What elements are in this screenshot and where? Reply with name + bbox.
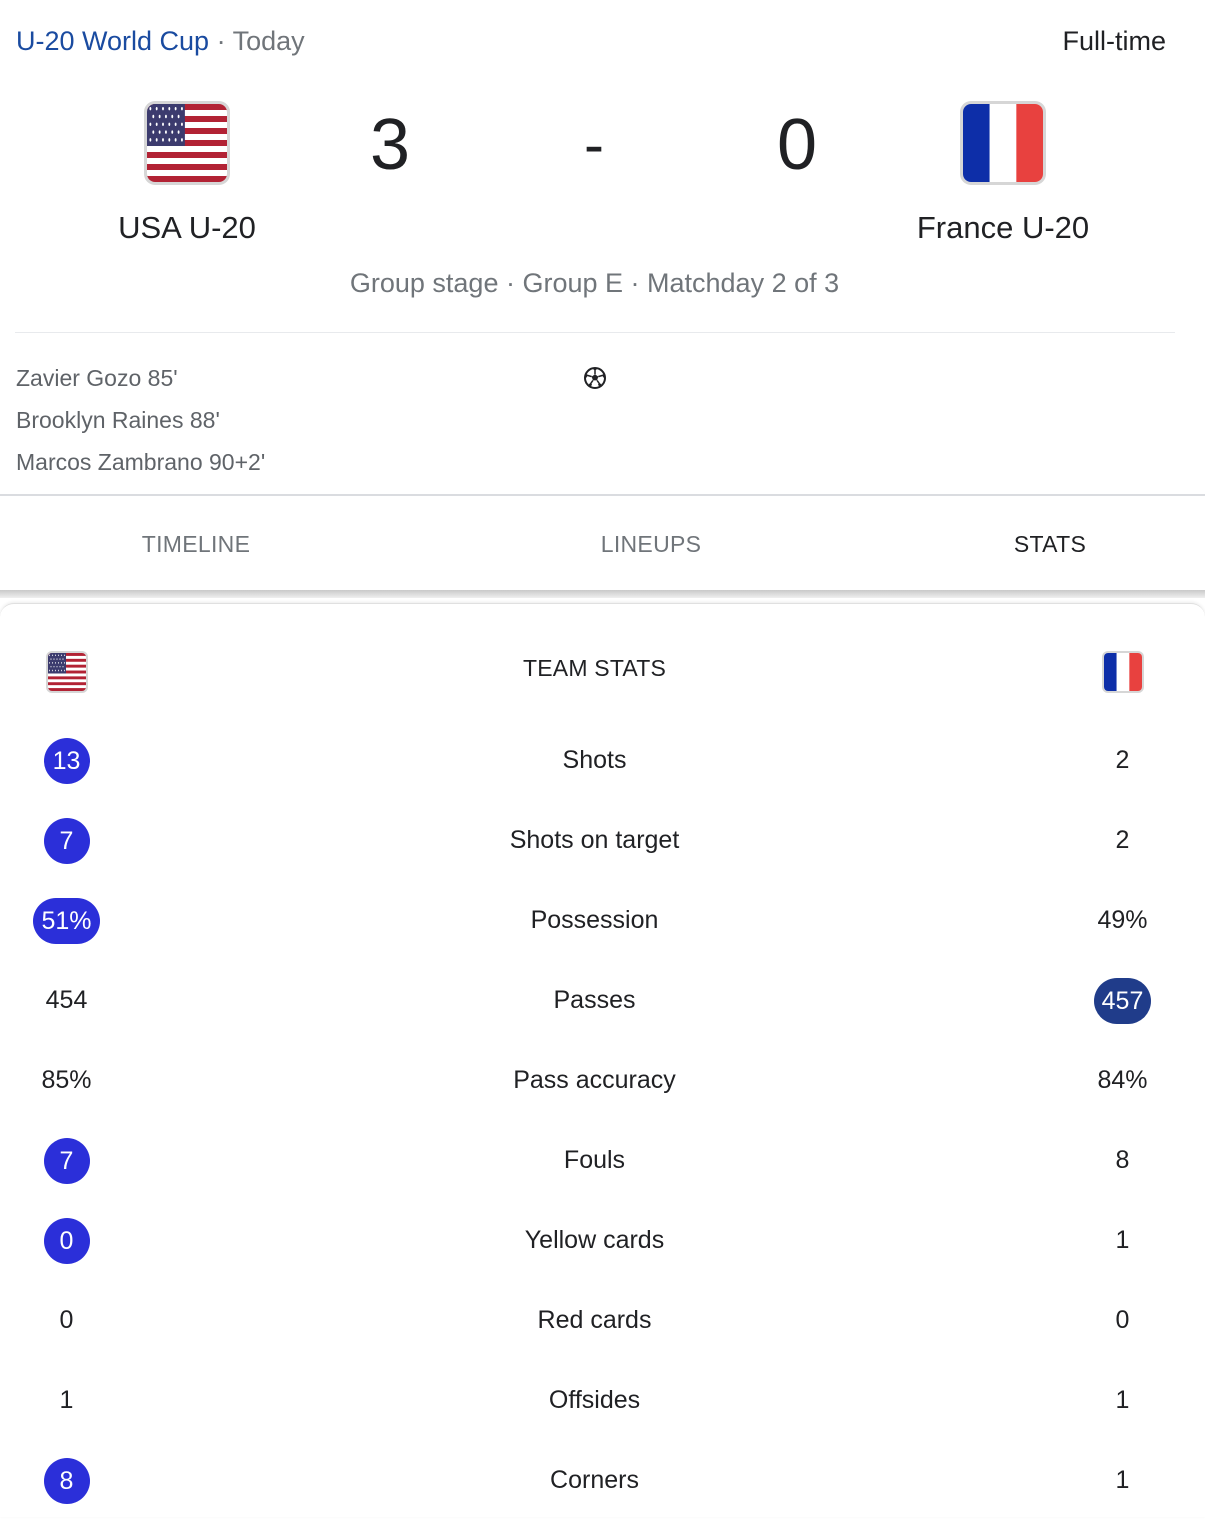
away-stat-value: 84% [1056,1058,1189,1102]
away-stat-value: 1 [1056,1458,1189,1502]
home-stat-value: 0 [0,1298,133,1342]
stat-label: Fouls [563,1146,626,1174]
away-score: 0 [776,105,818,185]
stat-row: Corners 8 1 [0,1440,1205,1520]
tab-lineups[interactable]: LINEUPS [521,522,781,566]
away-stat-value: 2 [1056,738,1189,782]
stat-row: Offsides 1 1 [0,1360,1205,1440]
away-stat-value: 1 [1056,1218,1189,1262]
home-stat-text: 7 [43,1138,90,1184]
away-stat-text: 2 [1115,826,1130,854]
away-team-name[interactable]: France U-20 [853,210,1153,246]
tab-timeline[interactable]: TIMELINE [66,522,326,566]
home-stat-value: 85% [0,1058,133,1102]
home-stat-text: 1 [59,1386,74,1414]
stat-label: Pass accuracy [513,1066,676,1094]
away-stat-text: 49% [1097,906,1148,934]
us-flag-icon[interactable] [147,104,227,182]
stat-row: Shots 13 2 [0,720,1205,800]
scorer-item: Marcos Zambrano 90+2' [16,449,266,475]
stat-row: Shots on target 7 2 [0,800,1205,880]
stat-row: Pass accuracy 85% 84% [0,1040,1205,1120]
stat-label: Red cards [537,1306,652,1334]
home-stat-text: 454 [45,986,88,1014]
away-stat-text: 1 [1115,1386,1130,1414]
home-stat-text: 13 [43,738,90,784]
away-stat-value: 49% [1056,898,1189,942]
stat-label: Possession [530,906,659,934]
home-team-name[interactable]: USA U-20 [37,210,337,246]
away-stat-text: 0 [1115,1306,1130,1334]
away-stat-value: 2 [1056,818,1189,862]
home-stat-value: 1 [0,1378,133,1422]
home-scorers: Zavier Gozo 85' Brooklyn Raines 88' Marc… [16,360,265,486]
home-stat-text: 8 [43,1458,90,1504]
stat-label: Passes [553,986,636,1014]
match-status: Full-time [1062,26,1166,56]
header-separator: · [216,26,226,56]
competition-link[interactable]: U-20 World Cup [16,26,209,56]
home-score: 3 [369,105,411,185]
away-stat-value: 8 [1056,1138,1189,1182]
france-flag-icon [1104,653,1142,691]
away-stat-text: 8 [1115,1146,1130,1174]
home-stat-text: 0 [59,1306,74,1334]
home-stat-value: 0 [0,1218,133,1264]
match-stage: Group stage · Group E · Matchday 2 of 3 [349,268,840,298]
home-stat-value: 13 [0,738,133,784]
stat-label: Shots on target [509,826,680,854]
away-stat-text: 1 [1115,1466,1130,1494]
away-stat-text: 1 [1115,1226,1130,1254]
stat-row: Red cards 0 0 [0,1280,1205,1360]
stat-label: Offsides [548,1386,641,1414]
home-stat-value: 454 [0,978,133,1022]
match-date: Today [232,26,305,56]
stat-label: Shots [562,746,627,774]
tab-stats[interactable]: STATS [920,522,1180,566]
home-stat-value: 7 [0,1138,133,1184]
tabs-shadow [0,590,1205,598]
score-separator: - [584,111,604,178]
france-flag-icon[interactable] [963,104,1043,182]
soccer-ball-icon [583,366,607,390]
away-stat-text: 84% [1097,1066,1148,1094]
home-stat-value: 7 [0,818,133,864]
home-stat-text: 0 [43,1218,90,1264]
stat-row: Fouls 7 8 [0,1120,1205,1200]
away-stat-value: 0 [1056,1298,1189,1342]
away-stat-value: 1 [1056,1378,1189,1422]
scorer-item: Zavier Gozo 85' [16,365,178,391]
home-stat-text: 85% [41,1066,92,1094]
divider [0,494,1205,496]
away-stat-value: 457 [1056,978,1189,1024]
stat-label: Corners [550,1466,639,1494]
stat-row: Possession 51% 49% [0,880,1205,960]
away-stat-text: 2 [1115,746,1130,774]
stat-row: Passes 454 457 [0,960,1205,1040]
stat-label: Yellow cards [524,1226,665,1254]
scorer-item: Brooklyn Raines 88' [16,407,220,433]
stat-row: Yellow cards 0 1 [0,1200,1205,1280]
home-stat-value: 8 [0,1458,133,1504]
divider [15,332,1175,333]
away-stat-text: 457 [1093,978,1152,1024]
home-stat-text: 51% [33,898,100,944]
match-header: U-20 World Cup · Today [16,26,305,57]
team-stats-title: TEAM STATS [523,655,666,681]
home-stat-value: 51% [0,898,133,944]
home-stat-text: 7 [43,818,90,864]
